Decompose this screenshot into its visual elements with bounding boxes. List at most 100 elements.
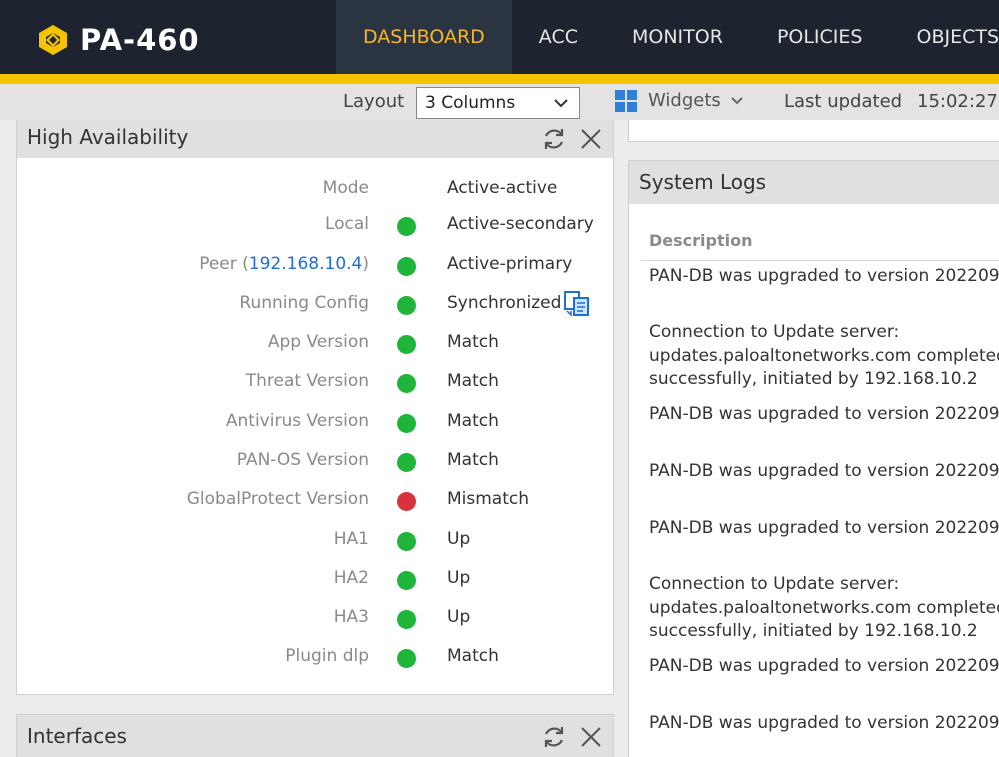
table-row[interactable]: PAN-DB was upgraded to version 20220929: [649, 712, 999, 736]
table-row[interactable]: PAN-DB was upgraded to version 20220929: [649, 460, 999, 484]
device-name: PA-460: [80, 23, 200, 57]
layout-label: Layout: [343, 91, 405, 112]
log-line: PAN-DB was upgraded to version 20220929: [649, 404, 999, 424]
high-availability-widget: High Availability Mode Active-active Loc…: [16, 120, 614, 695]
tab-policies[interactable]: POLICIES: [750, 0, 890, 74]
log-line: Connection to Update server:: [649, 574, 900, 594]
status-dot-green: [397, 257, 416, 276]
log-line: successfully, initiated by 192.168.10.2: [649, 369, 978, 389]
table-row[interactable]: PAN-DB was upgraded to version 20220929: [649, 655, 999, 679]
table-row[interactable]: PAN-DB was upgraded to version 20220929: [649, 403, 999, 427]
ha-row-mode: Mode Active-active: [17, 173, 615, 203]
ha-label: Running Config: [239, 293, 369, 313]
widget-header: Interfaces: [17, 715, 613, 757]
ha-row-peer: Peer (192.168.10.4) Active-primary: [17, 249, 615, 279]
close-icon[interactable]: [579, 725, 603, 749]
widgets-grid-icon[interactable]: [615, 90, 637, 112]
status-dot-green: [397, 649, 416, 668]
ha-value: Up: [447, 568, 471, 588]
peer-label-suffix: ): [362, 254, 369, 274]
tab-monitor[interactable]: MONITOR: [605, 0, 750, 74]
table-row[interactable]: Connection to Update server: updates.pal…: [649, 321, 999, 392]
status-dot-red: [397, 492, 416, 511]
tab-dashboard[interactable]: DASHBOARD: [336, 0, 512, 74]
status-dot-green: [397, 217, 416, 236]
status-dot-green: [397, 532, 416, 551]
ha-row-ha1: HA1 Up: [17, 524, 615, 554]
widget-title: System Logs: [639, 170, 767, 194]
log-line: PAN-DB was upgraded to version 20220929: [649, 461, 999, 481]
ha-value: Mismatch: [447, 489, 530, 509]
table-row[interactable]: PAN-DB was upgraded to version 20220929: [649, 265, 999, 289]
partial-widget: [628, 120, 999, 142]
ha-label: Local: [324, 214, 369, 234]
tab-acc[interactable]: ACC: [512, 0, 605, 74]
close-icon[interactable]: [579, 127, 603, 151]
widget-header: High Availability: [17, 120, 613, 158]
widget-title: Interfaces: [27, 724, 127, 748]
ha-value: Match: [447, 332, 499, 352]
ha-value: Active-secondary: [447, 214, 594, 234]
widgets-button[interactable]: Widgets: [648, 90, 721, 111]
table-row[interactable]: PAN-DB was upgraded to version 20220929: [649, 517, 999, 541]
ha-row-globalprotect-version: GlobalProtect Version Mismatch: [17, 484, 615, 514]
log-line: PAN-DB was upgraded to version 20220929: [649, 266, 999, 286]
log-line: PAN-DB was upgraded to version 20220929: [649, 656, 999, 676]
ha-label: App Version: [267, 332, 369, 352]
log-line: updates.paloaltonetworks.com completed: [649, 597, 999, 618]
interfaces-widget: Interfaces: [16, 714, 614, 757]
last-updated-label: Last updated: [784, 91, 903, 112]
log-line: updates.paloaltonetworks.com completed: [649, 345, 999, 366]
ha-label: HA3: [333, 607, 369, 627]
ha-row-ha3: HA3 Up: [17, 602, 615, 632]
ha-value: Up: [447, 529, 471, 549]
ha-label: Mode: [322, 178, 369, 198]
status-dot-green: [397, 571, 416, 590]
column-header-description[interactable]: Description: [649, 231, 752, 250]
ha-row-panos-version: PAN-OS Version Match: [17, 445, 615, 475]
ha-row-ha2: HA2 Up: [17, 563, 615, 593]
refresh-icon[interactable]: [541, 724, 567, 750]
log-line: Connection to Update server:: [649, 322, 900, 342]
ha-label: HA2: [333, 568, 369, 588]
ha-value: Active-active: [447, 178, 558, 198]
layout-select-value: 3 Columns: [425, 93, 516, 113]
status-dot-green: [397, 610, 416, 629]
table-header: Description: [641, 221, 999, 261]
log-line: PAN-DB was upgraded to version 20220929: [649, 518, 999, 538]
ha-label: Antivirus Version: [225, 411, 369, 431]
ha-value: Match: [447, 371, 499, 391]
layout-select[interactable]: 3 Columns: [416, 87, 580, 119]
chevron-down-icon: [554, 99, 568, 108]
log-line: successfully, initiated by 192.168.10.2: [649, 621, 978, 641]
tab-objects[interactable]: OBJECTS: [889, 0, 999, 74]
ha-value: Active-primary: [447, 254, 573, 274]
ha-value: Match: [447, 450, 499, 470]
ha-row-app-version: App Version Match: [17, 327, 615, 357]
accent-stripe: [0, 74, 999, 84]
ha-label: Peer (192.168.10.4): [199, 254, 369, 274]
peer-ip-link[interactable]: 192.168.10.4: [249, 254, 363, 274]
log-line: PAN-DB was upgraded to version 20220929: [649, 713, 999, 733]
device-logo[interactable]: PA-460: [36, 20, 200, 60]
main-nav: DASHBOARD ACC MONITOR POLICIES OBJECTS: [336, 0, 999, 74]
ha-value: Match: [447, 411, 499, 431]
ha-label: Threat Version: [245, 371, 369, 391]
top-nav-bar: PA-460 DASHBOARD ACC MONITOR POLICIES OB…: [0, 0, 999, 74]
refresh-icon[interactable]: [541, 126, 567, 152]
status-dot-green: [397, 335, 416, 354]
config-sync-icon[interactable]: [563, 289, 591, 317]
ha-label: Plugin dlp: [285, 646, 369, 666]
ha-row-antivirus-version: Antivirus Version Match: [17, 406, 615, 436]
widget-header: System Logs: [629, 161, 999, 204]
ha-row-running-config: Running Config Synchronized: [17, 288, 615, 318]
ha-row-local: Local Active-secondary: [17, 209, 615, 239]
peer-label: Peer (: [199, 254, 249, 274]
last-updated-time: 15:02:27: [917, 91, 998, 112]
widget-title: High Availability: [27, 125, 189, 149]
ha-label: GlobalProtect Version: [186, 489, 369, 509]
chevron-down-icon[interactable]: [730, 96, 744, 105]
ha-value: Up: [447, 607, 471, 627]
paloalto-logo-icon: [39, 25, 67, 55]
table-row[interactable]: Connection to Update server: updates.pal…: [649, 573, 999, 644]
